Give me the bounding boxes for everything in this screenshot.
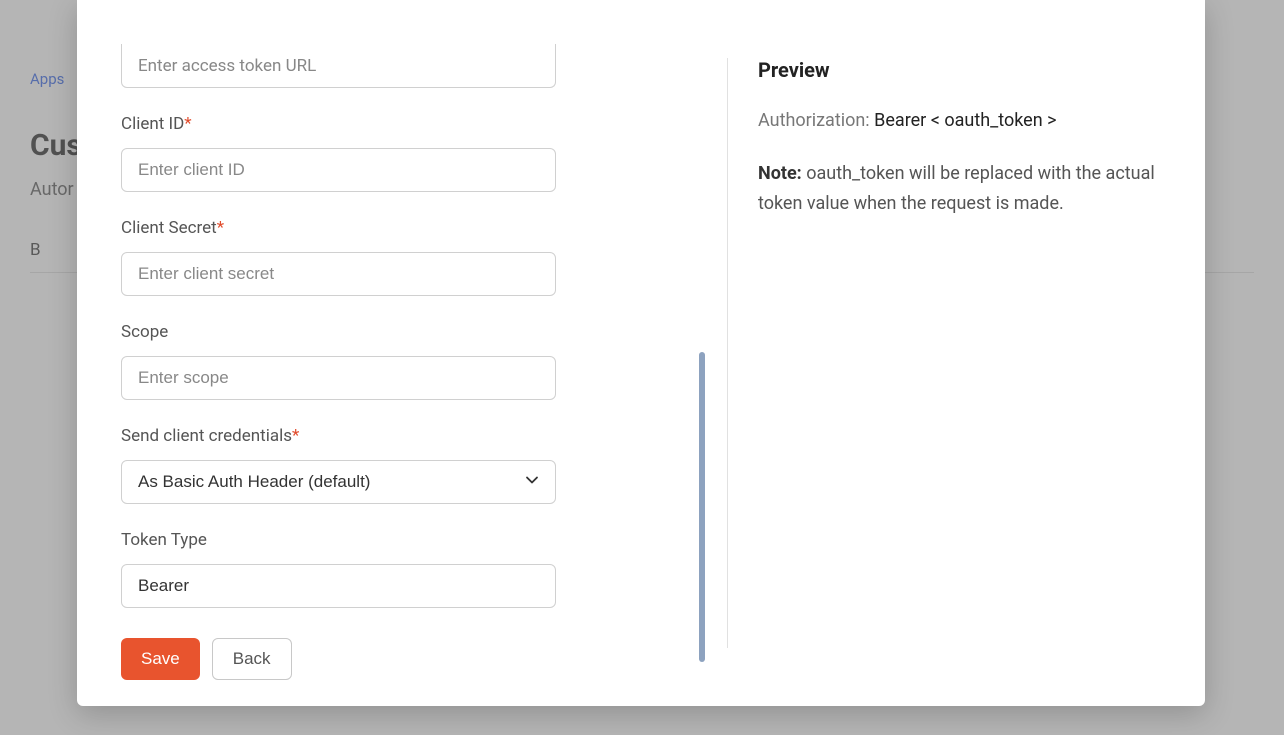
preview-auth-value: Bearer < oauth_token > <box>874 110 1056 131</box>
send-credentials-select[interactable] <box>121 460 556 504</box>
client-id-input[interactable] <box>121 148 556 192</box>
form-pane: Enter access token URL Client ID* Client… <box>77 0 727 706</box>
scope-label: Scope <box>121 322 683 342</box>
token-type-label: Token Type <box>121 530 683 550</box>
save-button[interactable]: Save <box>121 638 200 680</box>
preview-auth-label: Authorization: <box>758 110 874 131</box>
back-button[interactable]: Back <box>212 638 292 680</box>
access-token-url-input[interactable]: Enter access token URL <box>121 44 556 88</box>
token-type-input[interactable] <box>121 564 556 608</box>
preview-note-body: oauth_token will be replaced with the ac… <box>758 163 1155 214</box>
send-credentials-label: Send client credentials* <box>121 426 683 446</box>
preview-authorization-line: Authorization: Bearer < oauth_token > <box>758 110 1165 131</box>
preview-note: Note: oauth_token will be replaced with … <box>758 159 1165 218</box>
client-secret-input[interactable] <box>121 252 556 296</box>
preview-heading: Preview <box>758 58 1165 82</box>
preview-note-prefix: Note: <box>758 163 802 184</box>
access-token-url-placeholder: Enter access token URL <box>138 56 316 76</box>
scope-input[interactable] <box>121 356 556 400</box>
scrollbar-thumb[interactable] <box>699 352 705 662</box>
client-id-label: Client ID* <box>121 114 683 134</box>
preview-pane: Preview Authorization: Bearer < oauth_to… <box>728 0 1205 706</box>
auth-config-modal: Enter access token URL Client ID* Client… <box>77 0 1205 706</box>
client-secret-label: Client Secret* <box>121 218 683 238</box>
